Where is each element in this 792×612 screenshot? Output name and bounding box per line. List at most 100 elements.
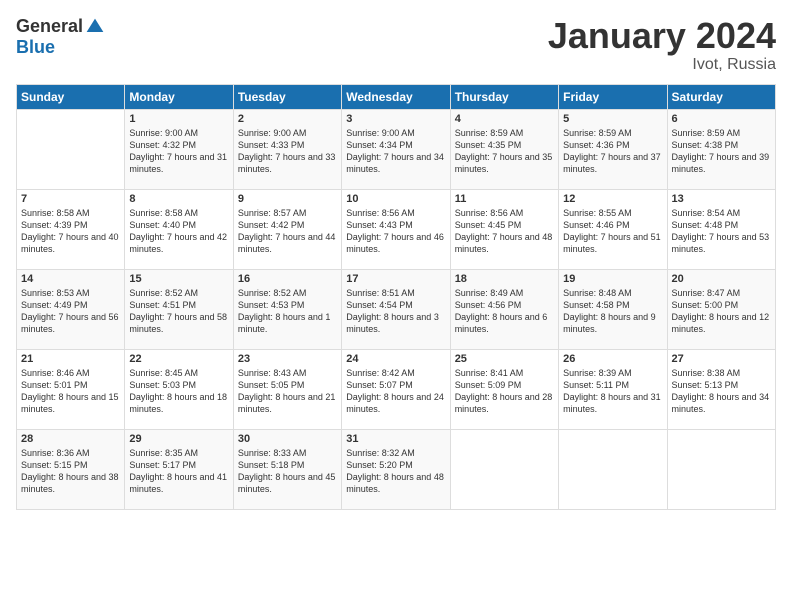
cell-w3-d5: 26 Sunrise: 8:39 AMSunset: 5:11 PMDaylig… <box>559 349 667 429</box>
cell-content: Sunrise: 8:52 AMSunset: 4:51 PMDaylight:… <box>129 287 228 336</box>
logo-icon <box>85 17 105 37</box>
cell-w2-d6: 20 Sunrise: 8:47 AMSunset: 5:00 PMDaylig… <box>667 269 775 349</box>
day-number: 8 <box>129 193 228 205</box>
cell-w1-d3: 10 Sunrise: 8:56 AMSunset: 4:43 PMDaylig… <box>342 189 450 269</box>
day-number: 6 <box>672 113 771 125</box>
day-number: 3 <box>346 113 445 125</box>
cell-content: Sunrise: 8:59 AMSunset: 4:36 PMDaylight:… <box>563 127 662 176</box>
header-row: Sunday Monday Tuesday Wednesday Thursday… <box>17 84 776 109</box>
cell-w4-d3: 31 Sunrise: 8:32 AMSunset: 5:20 PMDaylig… <box>342 429 450 509</box>
cell-content: Sunrise: 8:43 AMSunset: 5:05 PMDaylight:… <box>238 367 337 416</box>
cell-content: Sunrise: 8:32 AMSunset: 5:20 PMDaylight:… <box>346 447 445 496</box>
cell-content: Sunrise: 8:56 AMSunset: 4:45 PMDaylight:… <box>455 207 554 256</box>
day-number: 9 <box>238 193 337 205</box>
cell-content: Sunrise: 8:36 AMSunset: 5:15 PMDaylight:… <box>21 447 120 496</box>
cell-content: Sunrise: 9:00 AMSunset: 4:33 PMDaylight:… <box>238 127 337 176</box>
cell-w4-d6 <box>667 429 775 509</box>
calendar-table: Sunday Monday Tuesday Wednesday Thursday… <box>16 84 776 510</box>
day-number: 29 <box>129 433 228 445</box>
cell-content: Sunrise: 8:52 AMSunset: 4:53 PMDaylight:… <box>238 287 337 336</box>
cell-w4-d0: 28 Sunrise: 8:36 AMSunset: 5:15 PMDaylig… <box>17 429 125 509</box>
col-saturday: Saturday <box>667 84 775 109</box>
week-row-3: 21 Sunrise: 8:46 AMSunset: 5:01 PMDaylig… <box>17 349 776 429</box>
header: General Blue January 2024 Ivot, Russia <box>16 16 776 74</box>
cell-w4-d1: 29 Sunrise: 8:35 AMSunset: 5:17 PMDaylig… <box>125 429 233 509</box>
cell-w2-d0: 14 Sunrise: 8:53 AMSunset: 4:49 PMDaylig… <box>17 269 125 349</box>
day-number: 11 <box>455 193 554 205</box>
week-row-0: 1 Sunrise: 9:00 AMSunset: 4:32 PMDayligh… <box>17 109 776 189</box>
cell-content: Sunrise: 8:58 AMSunset: 4:40 PMDaylight:… <box>129 207 228 256</box>
cell-content: Sunrise: 8:53 AMSunset: 4:49 PMDaylight:… <box>21 287 120 336</box>
cell-w0-d0 <box>17 109 125 189</box>
cell-w2-d3: 17 Sunrise: 8:51 AMSunset: 4:54 PMDaylig… <box>342 269 450 349</box>
cell-content: Sunrise: 8:56 AMSunset: 4:43 PMDaylight:… <box>346 207 445 256</box>
cell-content: Sunrise: 8:33 AMSunset: 5:18 PMDaylight:… <box>238 447 337 496</box>
cell-content: Sunrise: 8:38 AMSunset: 5:13 PMDaylight:… <box>672 367 771 416</box>
cell-content: Sunrise: 8:39 AMSunset: 5:11 PMDaylight:… <box>563 367 662 416</box>
cell-w2-d4: 18 Sunrise: 8:49 AMSunset: 4:56 PMDaylig… <box>450 269 558 349</box>
cell-w0-d1: 1 Sunrise: 9:00 AMSunset: 4:32 PMDayligh… <box>125 109 233 189</box>
cell-w2-d2: 16 Sunrise: 8:52 AMSunset: 4:53 PMDaylig… <box>233 269 341 349</box>
cell-content: Sunrise: 9:00 AMSunset: 4:34 PMDaylight:… <box>346 127 445 176</box>
cell-content: Sunrise: 8:47 AMSunset: 5:00 PMDaylight:… <box>672 287 771 336</box>
day-number: 22 <box>129 353 228 365</box>
day-number: 5 <box>563 113 662 125</box>
day-number: 10 <box>346 193 445 205</box>
cell-w3-d4: 25 Sunrise: 8:41 AMSunset: 5:09 PMDaylig… <box>450 349 558 429</box>
month-title: January 2024 <box>548 16 776 56</box>
cell-w0-d4: 4 Sunrise: 8:59 AMSunset: 4:35 PMDayligh… <box>450 109 558 189</box>
cell-content: Sunrise: 8:59 AMSunset: 4:38 PMDaylight:… <box>672 127 771 176</box>
cell-content: Sunrise: 8:49 AMSunset: 4:56 PMDaylight:… <box>455 287 554 336</box>
col-tuesday: Tuesday <box>233 84 341 109</box>
cell-w4-d2: 30 Sunrise: 8:33 AMSunset: 5:18 PMDaylig… <box>233 429 341 509</box>
cell-content: Sunrise: 8:55 AMSunset: 4:46 PMDaylight:… <box>563 207 662 256</box>
day-number: 23 <box>238 353 337 365</box>
day-number: 17 <box>346 273 445 285</box>
day-number: 18 <box>455 273 554 285</box>
cell-content: Sunrise: 8:48 AMSunset: 4:58 PMDaylight:… <box>563 287 662 336</box>
cell-w1-d2: 9 Sunrise: 8:57 AMSunset: 4:42 PMDayligh… <box>233 189 341 269</box>
cell-content: Sunrise: 8:59 AMSunset: 4:35 PMDaylight:… <box>455 127 554 176</box>
col-thursday: Thursday <box>450 84 558 109</box>
cell-w3-d2: 23 Sunrise: 8:43 AMSunset: 5:05 PMDaylig… <box>233 349 341 429</box>
day-number: 31 <box>346 433 445 445</box>
day-number: 4 <box>455 113 554 125</box>
cell-content: Sunrise: 8:41 AMSunset: 5:09 PMDaylight:… <box>455 367 554 416</box>
cell-content: Sunrise: 8:51 AMSunset: 4:54 PMDaylight:… <box>346 287 445 336</box>
title-section: January 2024 Ivot, Russia <box>548 16 776 74</box>
day-number: 16 <box>238 273 337 285</box>
day-number: 12 <box>563 193 662 205</box>
col-wednesday: Wednesday <box>342 84 450 109</box>
cell-w1-d4: 11 Sunrise: 8:56 AMSunset: 4:45 PMDaylig… <box>450 189 558 269</box>
cell-w3-d0: 21 Sunrise: 8:46 AMSunset: 5:01 PMDaylig… <box>17 349 125 429</box>
day-number: 13 <box>672 193 771 205</box>
cell-w3-d1: 22 Sunrise: 8:45 AMSunset: 5:03 PMDaylig… <box>125 349 233 429</box>
day-number: 1 <box>129 113 228 125</box>
cell-w1-d5: 12 Sunrise: 8:55 AMSunset: 4:46 PMDaylig… <box>559 189 667 269</box>
day-number: 21 <box>21 353 120 365</box>
day-number: 2 <box>238 113 337 125</box>
week-row-1: 7 Sunrise: 8:58 AMSunset: 4:39 PMDayligh… <box>17 189 776 269</box>
location: Ivot, Russia <box>548 56 776 74</box>
cell-w0-d3: 3 Sunrise: 9:00 AMSunset: 4:34 PMDayligh… <box>342 109 450 189</box>
cell-w0-d2: 2 Sunrise: 9:00 AMSunset: 4:33 PMDayligh… <box>233 109 341 189</box>
day-number: 19 <box>563 273 662 285</box>
cell-w3-d6: 27 Sunrise: 8:38 AMSunset: 5:13 PMDaylig… <box>667 349 775 429</box>
cell-w1-d1: 8 Sunrise: 8:58 AMSunset: 4:40 PMDayligh… <box>125 189 233 269</box>
day-number: 20 <box>672 273 771 285</box>
cell-content: Sunrise: 8:57 AMSunset: 4:42 PMDaylight:… <box>238 207 337 256</box>
cell-w0-d6: 6 Sunrise: 8:59 AMSunset: 4:38 PMDayligh… <box>667 109 775 189</box>
logo-blue: Blue <box>16 37 55 58</box>
cell-w4-d4 <box>450 429 558 509</box>
col-monday: Monday <box>125 84 233 109</box>
day-number: 30 <box>238 433 337 445</box>
day-number: 24 <box>346 353 445 365</box>
cell-w1-d0: 7 Sunrise: 8:58 AMSunset: 4:39 PMDayligh… <box>17 189 125 269</box>
cell-content: Sunrise: 9:00 AMSunset: 4:32 PMDaylight:… <box>129 127 228 176</box>
cell-content: Sunrise: 8:42 AMSunset: 5:07 PMDaylight:… <box>346 367 445 416</box>
cell-w2-d5: 19 Sunrise: 8:48 AMSunset: 4:58 PMDaylig… <box>559 269 667 349</box>
cell-content: Sunrise: 8:35 AMSunset: 5:17 PMDaylight:… <box>129 447 228 496</box>
cell-w0-d5: 5 Sunrise: 8:59 AMSunset: 4:36 PMDayligh… <box>559 109 667 189</box>
week-row-2: 14 Sunrise: 8:53 AMSunset: 4:49 PMDaylig… <box>17 269 776 349</box>
cell-content: Sunrise: 8:54 AMSunset: 4:48 PMDaylight:… <box>672 207 771 256</box>
